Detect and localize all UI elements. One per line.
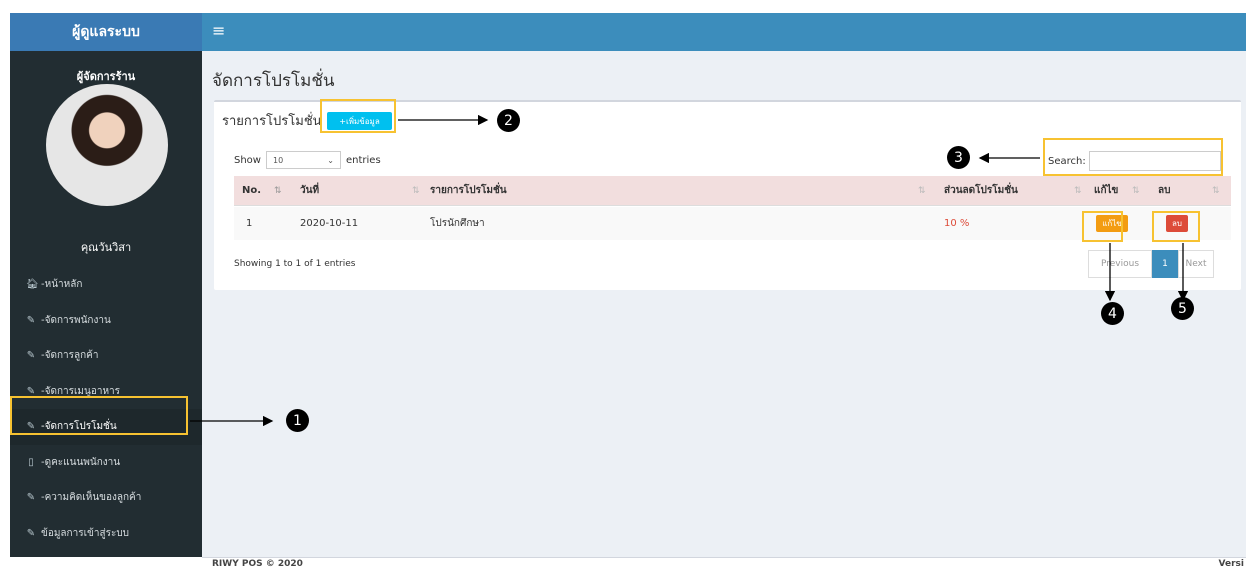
annotation-badge-3: 3: [947, 146, 970, 169]
annotation-arrows: [190, 114, 1189, 427]
annotation-badge-1: 1: [286, 409, 309, 432]
annotation-badge-5: 5: [1171, 297, 1194, 320]
annotation-badge-4: 4: [1101, 302, 1124, 325]
annotation-badge-2: 2: [497, 109, 520, 132]
